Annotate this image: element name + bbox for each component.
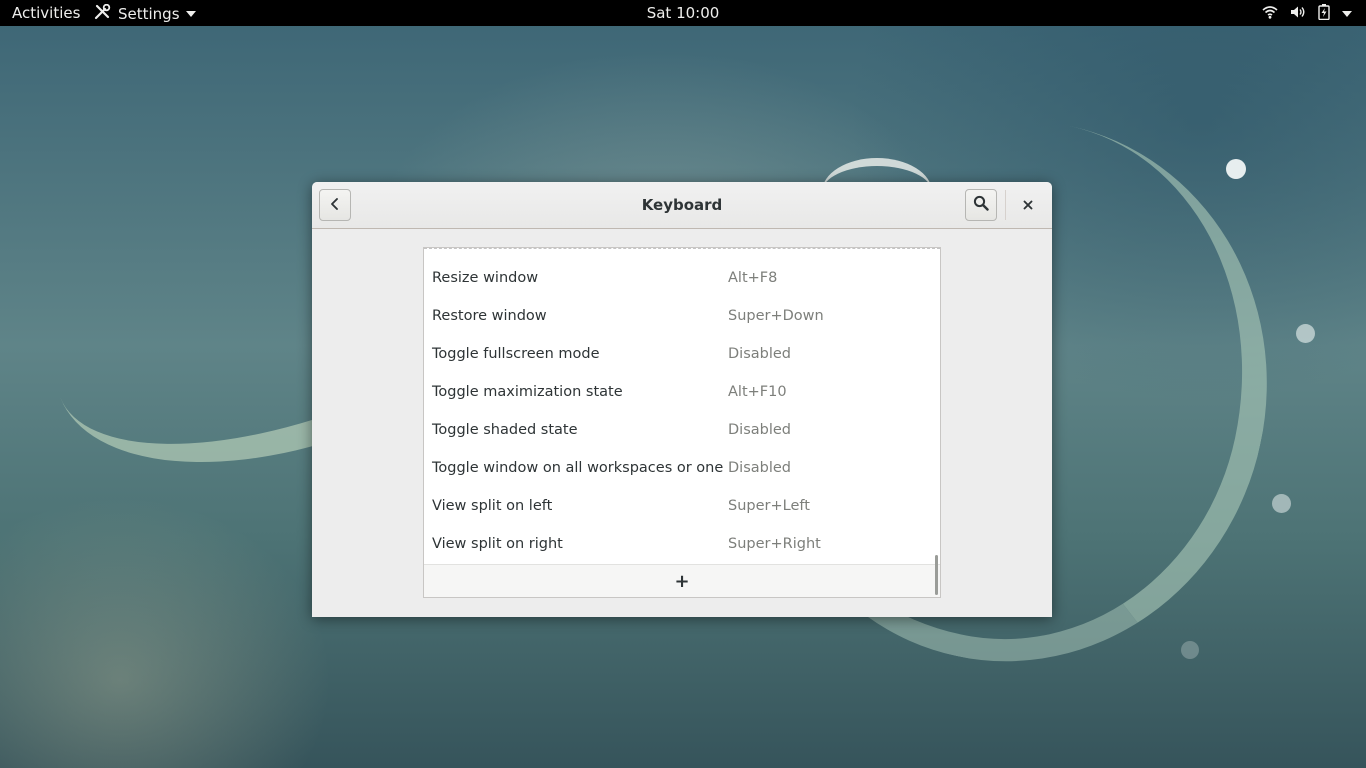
shortcut-accel: Disabled	[728, 460, 791, 476]
app-menu[interactable]: Settings	[94, 3, 196, 24]
shortcut-name: Toggle shaded state	[432, 422, 578, 438]
search-button[interactable]	[965, 189, 997, 221]
volume-icon	[1290, 5, 1306, 23]
wallpaper-dot	[1226, 159, 1246, 179]
shortcut-row[interactable]: View split on right Super+Right	[424, 526, 940, 564]
settings-tools-icon	[94, 3, 112, 24]
system-status-area[interactable]	[1262, 4, 1352, 24]
close-button[interactable]	[1012, 189, 1044, 221]
shortcut-name: Toggle fullscreen mode	[432, 346, 600, 362]
battery-icon	[1318, 4, 1330, 24]
chevron-down-icon	[185, 11, 196, 17]
shortcut-name: Toggle window on all workspaces or one	[432, 460, 724, 476]
shortcut-row[interactable]: Toggle shaded state Disabled	[424, 412, 940, 450]
shortcut-accel: Super+Down	[728, 308, 824, 324]
plus-icon: +	[674, 571, 690, 592]
shortcut-name: View split on left	[432, 498, 553, 514]
wallpaper-dot	[1272, 494, 1291, 513]
wallpaper-dot	[1181, 641, 1199, 659]
header-separator	[1005, 190, 1006, 220]
top-bar: Activities Settings Sat 10:00	[0, 0, 1366, 26]
wallpaper-dot	[1296, 324, 1315, 343]
clock[interactable]: Sat 10:00	[647, 4, 720, 22]
shortcut-name: Toggle maximization state	[432, 384, 623, 400]
add-shortcut-button[interactable]: +	[424, 564, 940, 597]
shortcut-name: Restore window	[432, 308, 547, 324]
shortcut-row[interactable]: Resize window Alt+F8	[424, 260, 940, 298]
shortcut-row[interactable]: Toggle fullscreen mode Disabled	[424, 336, 940, 374]
wifi-icon	[1262, 5, 1278, 23]
shortcut-accel: Alt+F8	[728, 270, 778, 286]
header-bar: Keyboard	[312, 182, 1052, 229]
shortcut-row[interactable]: Toggle window on all workspaces or one D…	[424, 450, 940, 488]
back-button[interactable]	[319, 189, 351, 221]
shortcut-name: Resize window	[432, 270, 539, 286]
shortcut-row[interactable]: Restore window Super+Down	[424, 298, 940, 336]
search-icon	[973, 195, 989, 215]
list-scrollbar[interactable]	[935, 555, 938, 595]
activities-button[interactable]: Activities	[12, 4, 80, 22]
shortcut-accel: Super+Left	[728, 498, 810, 514]
keyboard-settings-window: Keyboard Resize window Alt+F8 Restore wi…	[312, 182, 1052, 617]
app-menu-label: Settings	[118, 5, 180, 23]
shortcut-accel: Disabled	[728, 422, 791, 438]
shortcut-accel: Alt+F10	[728, 384, 787, 400]
chevron-down-icon	[1342, 11, 1352, 17]
list-top-divider	[424, 248, 940, 249]
window-title: Keyboard	[641, 196, 723, 214]
shortcut-row[interactable]: View split on left Super+Left	[424, 488, 940, 526]
chevron-left-icon	[329, 196, 341, 215]
close-icon	[1022, 196, 1034, 215]
shortcut-name: View split on right	[432, 536, 563, 552]
shortcut-accel: Disabled	[728, 346, 791, 362]
shortcut-list: Resize window Alt+F8 Restore window Supe…	[423, 247, 941, 598]
shortcut-row[interactable]: Toggle maximization state Alt+F10	[424, 374, 940, 412]
shortcut-accel: Super+Right	[728, 536, 821, 552]
